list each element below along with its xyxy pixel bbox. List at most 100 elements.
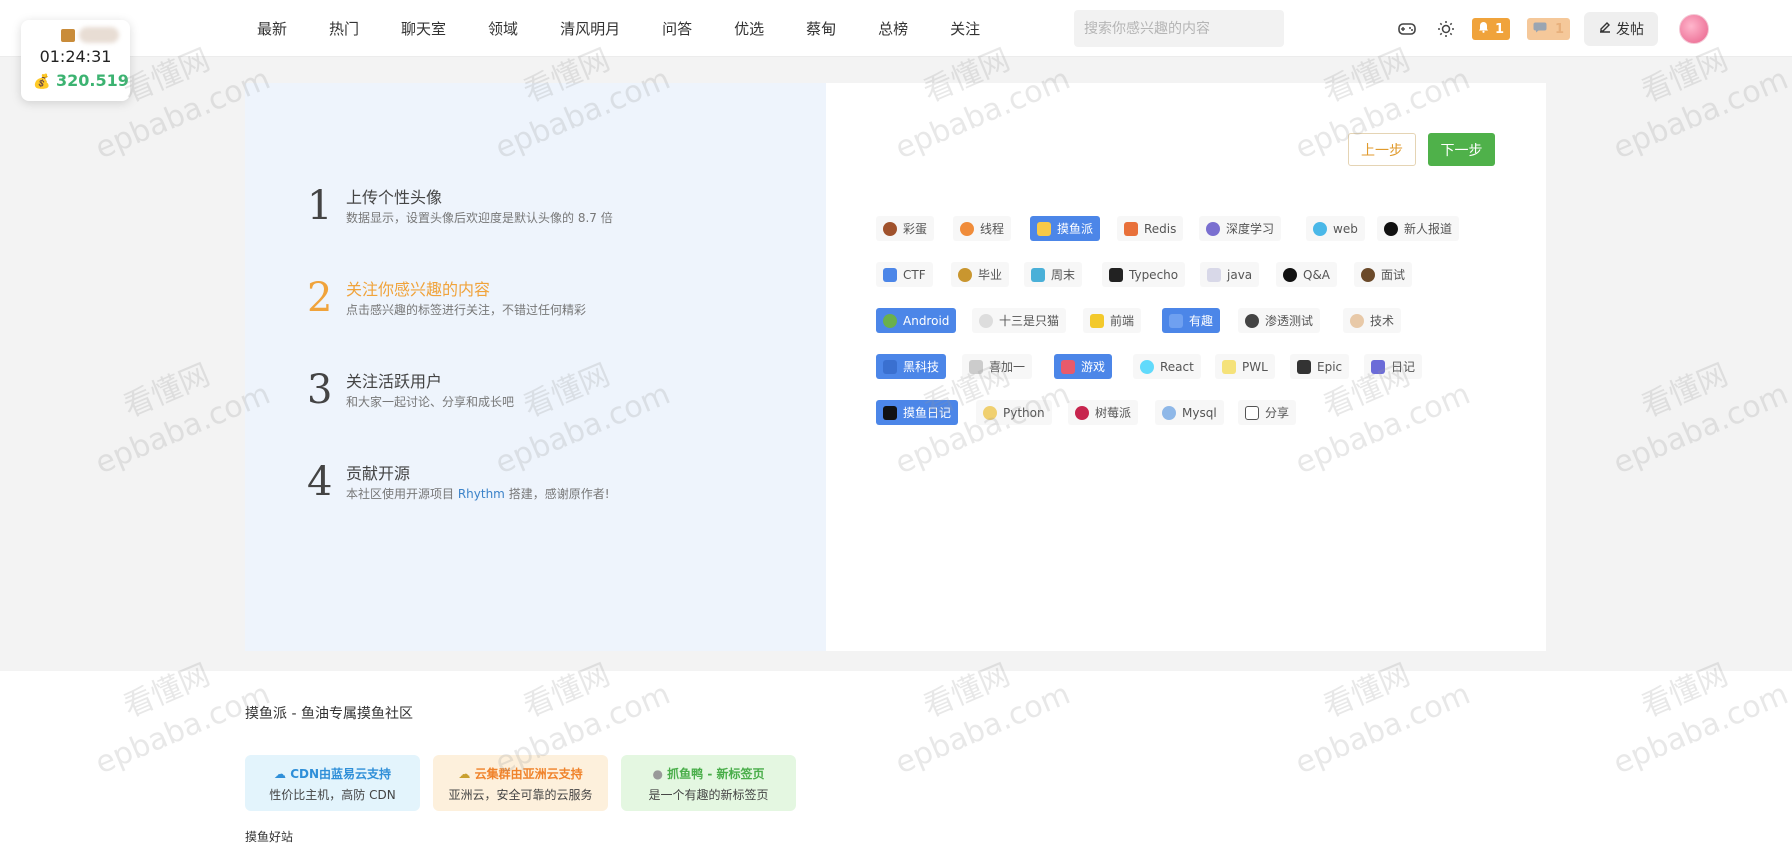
tag-epic[interactable]: Epic	[1290, 354, 1350, 379]
easter-egg-icon	[883, 221, 897, 236]
pwl-icon	[1222, 359, 1236, 374]
flag-icon	[883, 267, 897, 282]
nav-leaderboard[interactable]: 总榜	[878, 18, 908, 39]
nav-domains[interactable]: 领域	[488, 18, 518, 39]
tag-game[interactable]: 游戏	[1054, 354, 1113, 379]
tag-easter-egg[interactable]: 彩蛋	[876, 216, 935, 241]
sponsor-desc: 是一个有趣的新标签页	[648, 788, 769, 802]
qa-icon	[1283, 267, 1297, 282]
onboarding-steps-panel	[245, 83, 826, 651]
notification-badge[interactable]: 1	[1472, 18, 1511, 40]
duck-icon: ●	[652, 767, 663, 781]
gamepad-icon	[1061, 359, 1075, 374]
tag-mysql[interactable]: Mysql	[1155, 400, 1224, 425]
nav-qa[interactable]: 问答	[662, 18, 692, 39]
gift-icon	[969, 359, 983, 374]
tag-python[interactable]: Python	[976, 400, 1052, 425]
tag-plus-one[interactable]: 喜加一	[962, 354, 1033, 379]
nav-featured[interactable]: 优选	[734, 18, 764, 39]
cloud-icon: ☁	[458, 767, 471, 781]
points-row: 💰 320.519	[33, 71, 129, 90]
step-desc: 点击感兴趣的标签进行关注，不错过任何精彩	[346, 303, 587, 317]
tag-graduation[interactable]: 毕业	[951, 262, 1010, 287]
tag-tech[interactable]: 技术	[1343, 308, 1402, 333]
tag-deep-learning[interactable]: 深度学习	[1199, 216, 1282, 241]
mysql-icon	[1162, 405, 1176, 420]
nav-latest[interactable]: 最新	[257, 18, 287, 39]
step-number: 4	[307, 459, 333, 505]
tag-weekend[interactable]: 周末	[1024, 262, 1083, 287]
epic-icon	[1297, 359, 1311, 374]
tag-java[interactable]: java	[1200, 262, 1260, 287]
cloud-icon: ☁	[274, 767, 286, 781]
next-step-button[interactable]: 下一步	[1428, 133, 1495, 166]
react-icon	[1140, 359, 1154, 374]
chat-icon	[1533, 22, 1547, 37]
tag-web[interactable]: web	[1306, 216, 1365, 241]
nav-caidian[interactable]: 蔡甸	[806, 18, 836, 39]
activity-timer-card[interactable]: 01:24:31 💰 320.519	[21, 20, 130, 101]
atom-icon	[1206, 221, 1220, 236]
step-2: 2 关注你感兴趣的内容 点击感兴趣的标签进行关注，不错过任何精彩	[307, 278, 586, 319]
tag-share[interactable]: 分享	[1238, 400, 1297, 425]
sun-theme-icon[interactable]	[1435, 18, 1457, 40]
frontend-icon	[1090, 313, 1104, 328]
sponsor-cdn[interactable]: ☁ CDN由蓝易云支持 性价比主机，高防 CDN	[245, 755, 420, 811]
tag-interesting[interactable]: 有趣	[1162, 308, 1221, 333]
tag-ctf[interactable]: CTF	[876, 262, 933, 287]
cat-icon	[979, 313, 993, 328]
rhythm-link[interactable]: Rhythm	[458, 487, 505, 501]
tag-redis[interactable]: Redis	[1117, 216, 1184, 241]
bell-icon	[1478, 21, 1489, 37]
tag-frontend[interactable]: 前端	[1083, 308, 1142, 333]
tag-diary[interactable]: 日记	[1364, 354, 1423, 379]
notification-count: 1	[1495, 21, 1505, 37]
search-input[interactable]	[1074, 10, 1284, 47]
tag-android[interactable]: Android	[876, 308, 957, 333]
worker-icon	[61, 29, 75, 42]
message-badge[interactable]: 1	[1527, 18, 1571, 40]
tag-qa[interactable]: Q&A	[1276, 262, 1338, 287]
diary-icon	[1371, 359, 1385, 374]
tag-moyu-diary[interactable]: 摸鱼日记	[876, 400, 959, 425]
tag-thread[interactable]: 线程	[953, 216, 1012, 241]
weekend-icon	[1031, 267, 1045, 282]
gamepad-icon[interactable]	[1396, 18, 1418, 40]
fish-face-icon	[1037, 221, 1051, 236]
step-number: 3	[307, 367, 333, 413]
step-desc: 和大家一起讨论、分享和成长吧	[346, 395, 515, 409]
good-sites-title: 摸鱼好站	[245, 830, 294, 844]
python-icon	[983, 405, 997, 420]
tag-thirteen-cat[interactable]: 十三是只猫	[972, 308, 1067, 333]
web-icon	[1313, 221, 1327, 236]
android-icon	[883, 313, 897, 328]
nav-chatroom[interactable]: 聊天室	[401, 18, 446, 39]
sponsor-zhuayuya[interactable]: ● 抓鱼鸭 - 新标签页 是一个有趣的新标签页	[621, 755, 796, 811]
step-number: 2	[307, 275, 333, 321]
interesting-icon	[1169, 313, 1183, 328]
nav-hot[interactable]: 热门	[329, 18, 359, 39]
tag-moyupai[interactable]: 摸鱼派	[1030, 216, 1101, 241]
tag-raspberry-pi[interactable]: 树莓派	[1068, 400, 1139, 425]
thread-icon	[960, 221, 974, 236]
tag-interview[interactable]: 面试	[1354, 262, 1413, 287]
nav-following[interactable]: 关注	[950, 18, 980, 39]
tag-newcomer[interactable]: 新人报道	[1377, 216, 1460, 241]
nav-qingfeng[interactable]: 清风明月	[560, 18, 620, 39]
footer-site-title: 摸鱼派 - 鱼油专属摸鱼社区	[245, 706, 413, 722]
tag-black-tech[interactable]: 黑科技	[876, 354, 947, 379]
java-icon	[1207, 267, 1221, 282]
tag-pentest[interactable]: 渗透测试	[1238, 308, 1321, 333]
user-avatar[interactable]	[1679, 14, 1709, 44]
post-label: 发帖	[1616, 22, 1644, 38]
step-desc: 本社区使用开源项目 Rhythm 搭建，感谢原作者!	[346, 487, 610, 501]
prev-step-button[interactable]: 上一步	[1348, 133, 1416, 166]
post-button[interactable]: 发帖	[1584, 12, 1658, 46]
tag-pwl[interactable]: PWL	[1215, 354, 1275, 379]
tag-react[interactable]: React	[1133, 354, 1201, 379]
sponsor-cloud-cluster[interactable]: ☁ 云集群由亚洲云支持 亚洲云，安全可靠的云服务	[433, 755, 608, 811]
tag-typecho[interactable]: Typecho	[1102, 262, 1186, 287]
step-1: 1 上传个性头像 数据显示，设置头像后欢迎度是默认头像的 8.7 倍	[307, 186, 613, 227]
raspberry-icon	[1075, 405, 1089, 420]
step-4: 4 贡献开源 本社区使用开源项目 Rhythm 搭建，感谢原作者!	[307, 462, 610, 503]
